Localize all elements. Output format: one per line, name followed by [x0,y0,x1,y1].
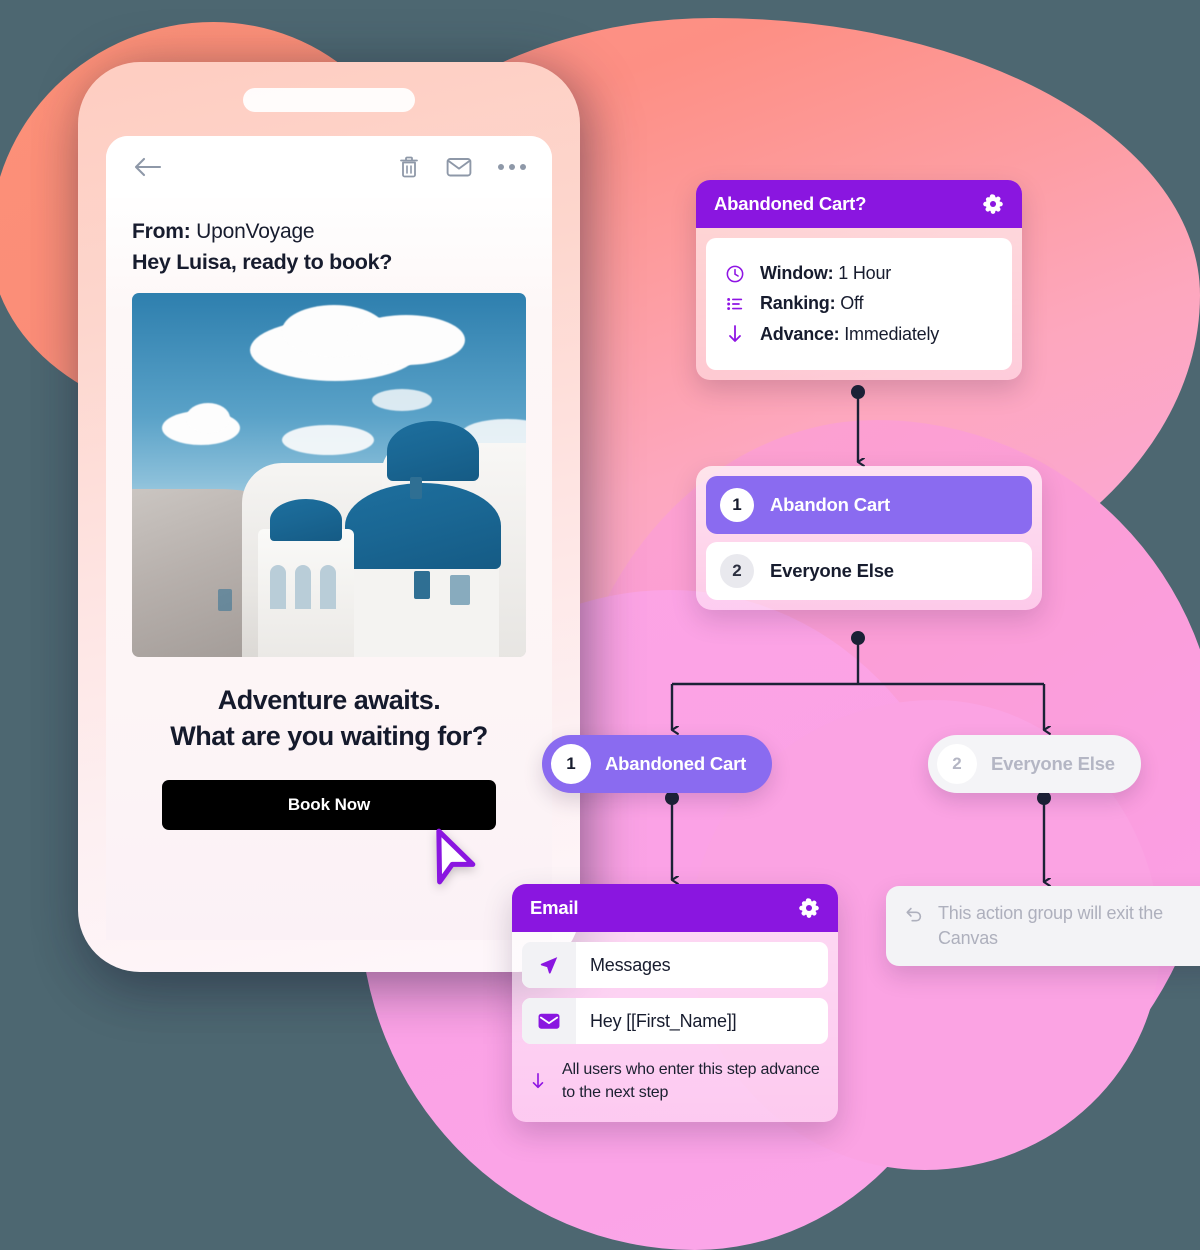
branch-badge-1: 1 [720,488,754,522]
entry-row-window-value: 1 Hour [838,263,892,283]
email-card-body: Messages Hey [[First_Name]] All users wh… [512,932,838,1122]
email-field-subject-value: Hey [[First_Name]] [590,1010,737,1031]
entry-row-ranking-label: Ranking: [760,293,836,313]
email-field-messages[interactable]: Messages [522,942,828,988]
more-options-icon[interactable] [498,164,526,170]
entry-row-window-label: Window: [760,263,834,283]
gear-icon[interactable] [798,897,820,919]
back-arrow-icon[interactable] [132,155,162,179]
list-icon [724,294,746,314]
phone-mockup: From: UponVoyage Hey Luisa, ready to boo… [78,62,580,972]
pill-everyone-else[interactable]: 2 Everyone Else [928,735,1141,793]
branch-item-everyone-else[interactable]: 2 Everyone Else [706,542,1032,600]
phone-screen: From: UponVoyage Hey Luisa, ready to boo… [106,136,552,940]
entry-row-window-text: Window: 1 Hour [760,263,891,284]
exit-canvas-note: This action group will exit the Canvas [886,886,1200,967]
branch-label-abandon-cart: Abandon Cart [770,494,890,515]
composition-stage: From: UponVoyage Hey Luisa, ready to boo… [0,0,1200,1250]
clock-icon [724,264,746,284]
trash-icon[interactable] [398,155,420,179]
phone-speaker [243,88,415,112]
email-field-subject[interactable]: Hey [[First_Name]] [522,998,828,1044]
email-headline-line-1: Adventure awaits. [217,685,441,715]
entry-row-ranking-value: Off [840,293,864,313]
send-icon [522,942,576,988]
pill-badge-1: 1 [551,744,591,784]
branch-badge-2: 2 [720,554,754,588]
email-from-value: UponVoyage [196,220,315,243]
email-from-label: From: [132,220,191,243]
entry-row-advance-value: Immediately [844,323,940,344]
entry-row-ranking-text: Ranking: Off [760,293,863,314]
branch-card[interactable]: 1 Abandon Cart 2 Everyone Else [696,466,1042,610]
exit-canvas-note-text: This action group will exit the Canvas [938,903,1163,949]
arrow-down-icon [724,323,746,345]
arrow-down-icon [528,1070,548,1092]
mouse-cursor-icon [436,828,476,885]
email-card-title: Email [530,897,579,918]
entry-row-advance: Advance: Immediately [724,323,994,345]
entry-row-window: Window: 1 Hour [724,263,994,284]
mail-toolbar [106,136,552,198]
entry-card-abandoned-cart[interactable]: Abandoned Cart? Window: 1 Hour Ranking: … [696,180,1022,380]
email-action-card[interactable]: Email Messages Hey [[First_Name]] All us… [512,884,838,1123]
email-card-note-text: All users who enter this step advance to… [562,1061,820,1102]
email-card-header: Email [512,884,838,932]
book-now-button[interactable]: Book Now [162,780,496,831]
entry-row-advance-label: Advance: [760,323,840,344]
entry-card-header: Abandoned Cart? [696,180,1022,228]
envelope-icon [522,998,576,1044]
email-from-line: From: UponVoyage [132,220,526,244]
email-headline-line-2: What are you waiting for? [170,720,488,751]
email-headline: Adventure awaits. What are you waiting f… [132,683,526,754]
pill-abandoned-cart[interactable]: 1 Abandoned Cart [542,735,773,793]
email-card-note: All users who enter this step advance to… [522,1054,828,1112]
envelope-icon[interactable] [446,156,472,178]
mail-body: From: UponVoyage Hey Luisa, ready to boo… [106,198,552,831]
entry-card-title: Abandoned Cart? [714,193,867,214]
email-field-messages-value: Messages [590,954,671,975]
entry-row-ranking: Ranking: Off [724,293,994,314]
entry-card-panel: Window: 1 Hour Ranking: Off Advance: Imm… [706,238,1012,370]
email-subject: Hey Luisa, ready to book? [132,250,393,274]
pill-label-abandoned-cart: Abandoned Cart [605,753,747,774]
gear-icon[interactable] [982,193,1004,215]
pill-badge-2: 2 [937,744,977,784]
email-hero-image [132,293,526,657]
branch-label-everyone-else: Everyone Else [770,560,894,581]
entry-row-advance-text: Advance: Immediately [760,324,939,345]
entry-card-body: Window: 1 Hour Ranking: Off Advance: Imm… [696,228,1022,380]
undo-arrow-icon [904,904,924,929]
branch-item-abandon-cart[interactable]: 1 Abandon Cart [706,476,1032,534]
pill-label-everyone-else: Everyone Else [991,753,1115,774]
cta-wrapper: Book Now [132,780,526,831]
